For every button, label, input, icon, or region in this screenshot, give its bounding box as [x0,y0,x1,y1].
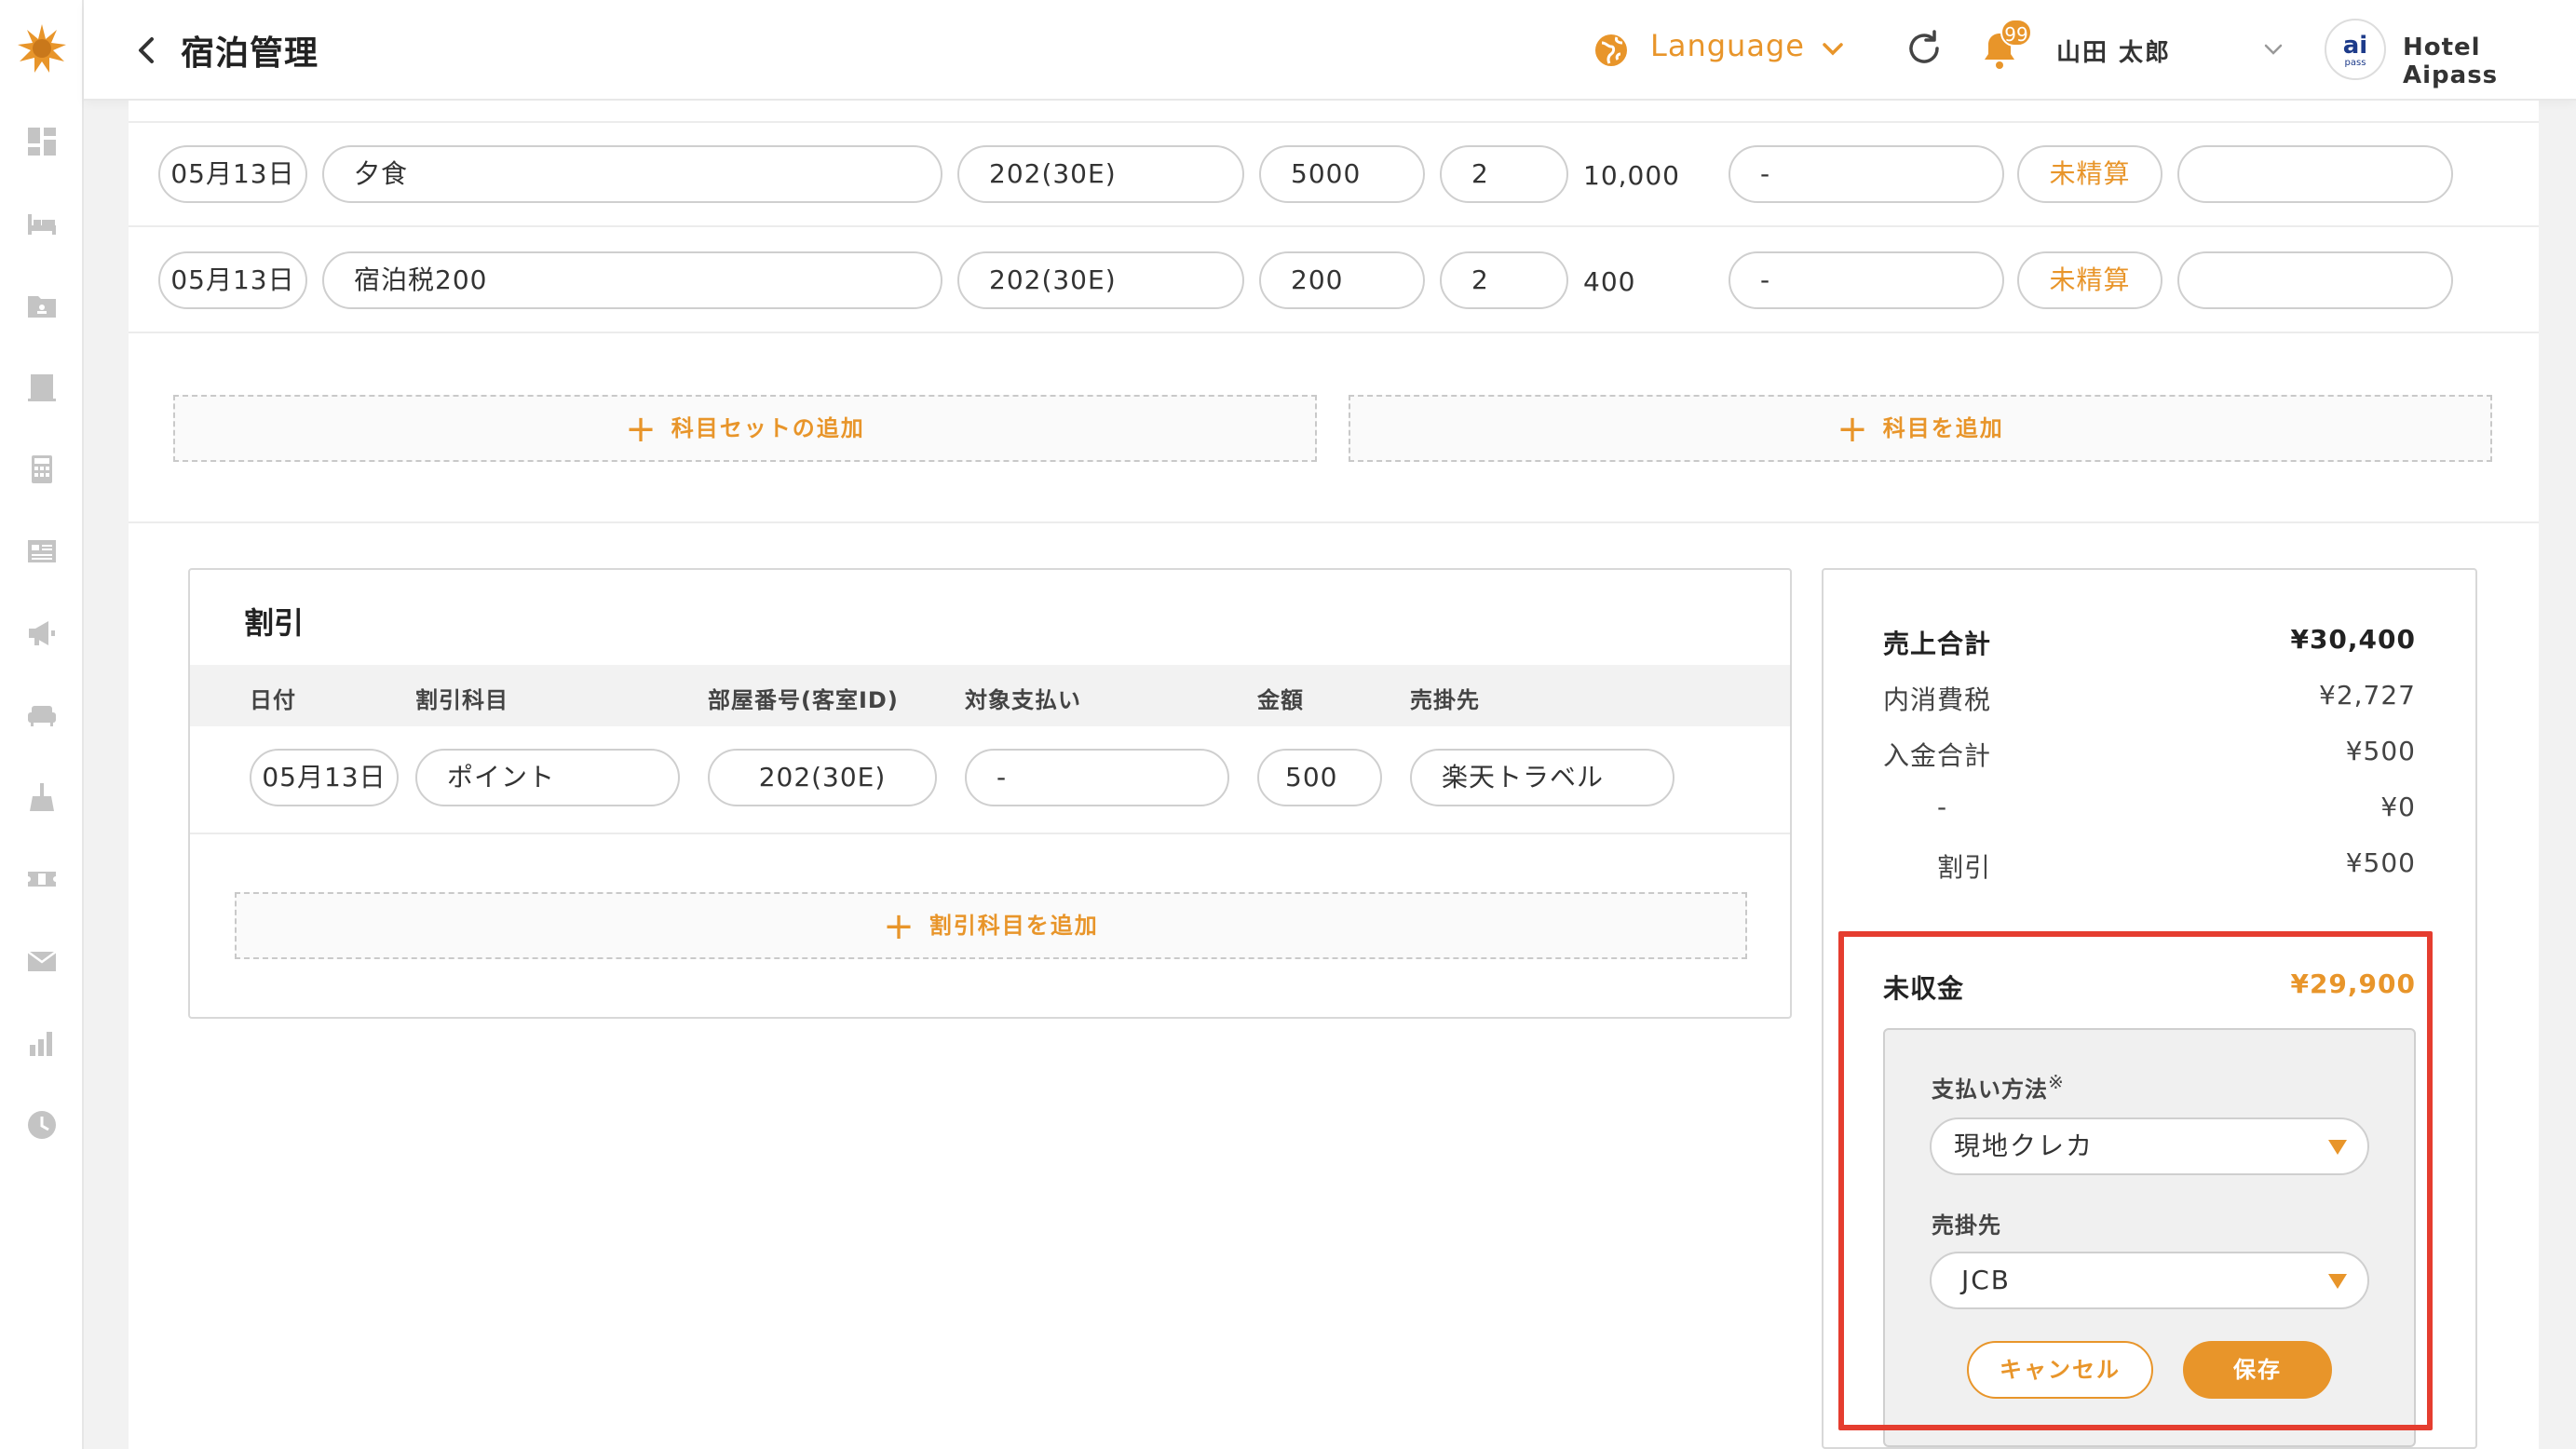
hotel-logo[interactable]: ai pass [2325,19,2386,80]
discount-summary-label: 割引 [1937,852,1992,883]
item-price-field[interactable]: 5000 [1259,145,1425,203]
ticket-icon[interactable] [25,862,59,896]
item-payment-field[interactable]: - [1729,145,2004,203]
sidebar [0,0,84,1449]
item-amount: 10,000 [1583,160,1680,191]
item-room-field[interactable]: 202(30E) [957,145,1244,203]
refresh-icon[interactable] [1904,28,1945,69]
item-qty-field[interactable]: 2 [1440,251,1568,309]
clock-icon[interactable] [25,1108,59,1142]
payment-total-label: 入金合計 [1883,740,1992,771]
sales-total-value: ¥30,400 [2290,624,2416,655]
highlight-frame [1838,931,2433,1430]
discount-room-field[interactable]: 202(30E) [708,749,937,806]
column-header: 金額 [1257,687,1304,713]
guest-folder-icon[interactable] [25,289,59,322]
mail-icon[interactable] [25,944,59,978]
dashboard-icon[interactable] [25,125,59,158]
tax-label: 内消費税 [1883,684,1992,715]
discount-card: 割引 日付 割引科目 部屋番号(客室ID) 対象支払い 金額 売掛先 05月13… [188,568,1792,1019]
megaphone-icon[interactable] [25,616,59,650]
bar-chart-icon[interactable] [25,1026,59,1060]
row-divider [129,225,2539,227]
building-icon[interactable] [25,371,59,404]
discount-date-field[interactable]: 05月13日 [250,749,399,806]
language-selector[interactable]: Language [1650,28,1805,63]
user-name[interactable]: 山田 太郎 [2056,34,2171,68]
discount-amount-field[interactable]: 500 [1257,749,1382,806]
item-extra-field[interactable] [2177,145,2453,203]
payment-dash-label: - [1937,792,1948,822]
item-date-field[interactable]: 05月13日 [158,145,307,203]
discount-account-field[interactable]: 楽天トラベル [1410,749,1674,806]
item-price-field[interactable]: 200 [1259,251,1425,309]
discount-title: 割引 [244,605,305,641]
globe-icon[interactable] [1593,32,1630,69]
column-header: 日付 [250,687,296,713]
item-status-badge[interactable]: 未精算 [2017,145,2162,203]
discount-target-field[interactable]: - [965,749,1229,806]
item-status-badge[interactable]: 未精算 [2017,251,2162,309]
payment-dash-value: ¥0 [2380,792,2416,822]
discount-summary-value: ¥500 [2345,847,2416,878]
list-icon[interactable] [25,535,59,568]
add-item-set-button[interactable]: + 科目セットの追加 [173,395,1317,462]
top-bar: 宿泊管理 Language 99 山田 太郎 ai pass Hotel Aip… [84,0,2576,101]
plus-icon: + [1837,408,1870,451]
column-header: 売掛先 [1410,687,1480,713]
item-room-field[interactable]: 202(30E) [957,251,1244,309]
column-header: 部屋番号(客室ID) [708,687,899,713]
discount-table-header: 日付 割引科目 部屋番号(客室ID) 対象支払い 金額 売掛先 [190,665,1790,726]
sun-logo-icon[interactable] [16,22,68,74]
bed-icon[interactable] [25,207,59,240]
chevron-down-icon[interactable] [2259,35,2287,63]
back-arrow-icon[interactable] [129,32,166,69]
chevron-down-icon[interactable] [1818,34,1848,63]
add-item-button[interactable]: + 科目を追加 [1349,395,2492,462]
item-payment-field[interactable]: - [1729,251,2004,309]
item-qty-field[interactable]: 2 [1440,145,1568,203]
sales-total-label: 売上合計 [1883,629,1992,659]
row-divider [190,833,1790,834]
row-divider [129,121,2539,123]
payment-total-value: ¥500 [2345,736,2416,766]
hotel-name[interactable]: Hotel Aipass [2403,34,2576,89]
column-header: 割引科目 [415,687,508,713]
tax-value: ¥2,727 [2319,680,2416,711]
section-divider [129,521,2539,523]
notification-badge: 99 [2000,19,2032,47]
cleaning-icon[interactable] [25,780,59,814]
add-discount-item-button[interactable]: + 割引科目を追加 [235,892,1747,959]
chevron-down-icon[interactable] [2572,35,2576,63]
discount-item-field[interactable]: ポイント [415,749,680,806]
item-name-field[interactable]: 宿泊税200 [322,251,942,309]
plus-icon: + [883,905,916,948]
row-divider [129,332,2539,333]
sofa-icon[interactable] [25,698,59,732]
column-header: 対象支払い [965,687,1081,713]
calculator-icon[interactable] [25,453,59,486]
item-amount: 400 [1583,266,1636,297]
item-name-field[interactable]: 夕食 [322,145,942,203]
item-date-field[interactable]: 05月13日 [158,251,307,309]
page-title: 宿泊管理 [181,34,319,73]
item-extra-field[interactable] [2177,251,2453,309]
plus-icon: + [625,408,658,451]
